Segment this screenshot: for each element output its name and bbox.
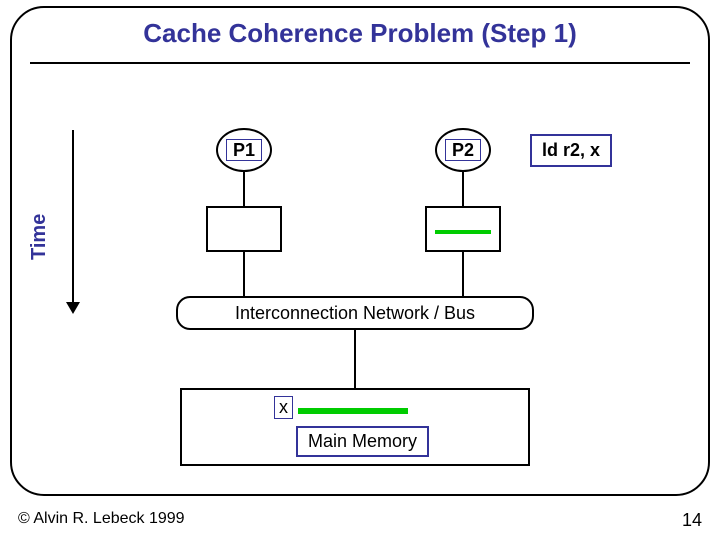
connector-c1-bus xyxy=(243,252,245,296)
bus-label: Interconnection Network / Bus xyxy=(235,303,475,324)
copyright-text: © Alvin R. Lebeck 1999 xyxy=(18,510,185,528)
memory-data-icon xyxy=(298,408,408,414)
instruction-text: ld r2, x xyxy=(542,140,600,160)
processor-p2-label: P2 xyxy=(445,139,481,161)
cache-p2 xyxy=(425,206,501,252)
processor-p1: P1 xyxy=(216,128,272,172)
slide-title: Cache Coherence Problem (Step 1) xyxy=(0,18,720,49)
connector-bus-memory xyxy=(354,330,356,388)
time-axis-arrow-icon xyxy=(66,302,80,314)
memory-label: Main Memory xyxy=(296,426,429,457)
connector-p1-cache xyxy=(243,171,245,206)
processor-p1-label: P1 xyxy=(226,139,262,161)
cache-p2-data-icon xyxy=(435,230,491,234)
processor-p2: P2 xyxy=(435,128,491,172)
connector-c2-bus xyxy=(462,252,464,296)
title-underline xyxy=(30,62,690,64)
instruction-box: ld r2, x xyxy=(530,134,612,167)
interconnection-bus: Interconnection Network / Bus xyxy=(176,296,534,330)
time-axis-label: Time xyxy=(28,214,51,260)
time-axis-line xyxy=(72,130,74,304)
connector-p2-cache xyxy=(462,171,464,206)
cache-p1 xyxy=(206,206,282,252)
page-number: 14 xyxy=(682,510,702,531)
memory-variable-label: x xyxy=(274,396,293,419)
